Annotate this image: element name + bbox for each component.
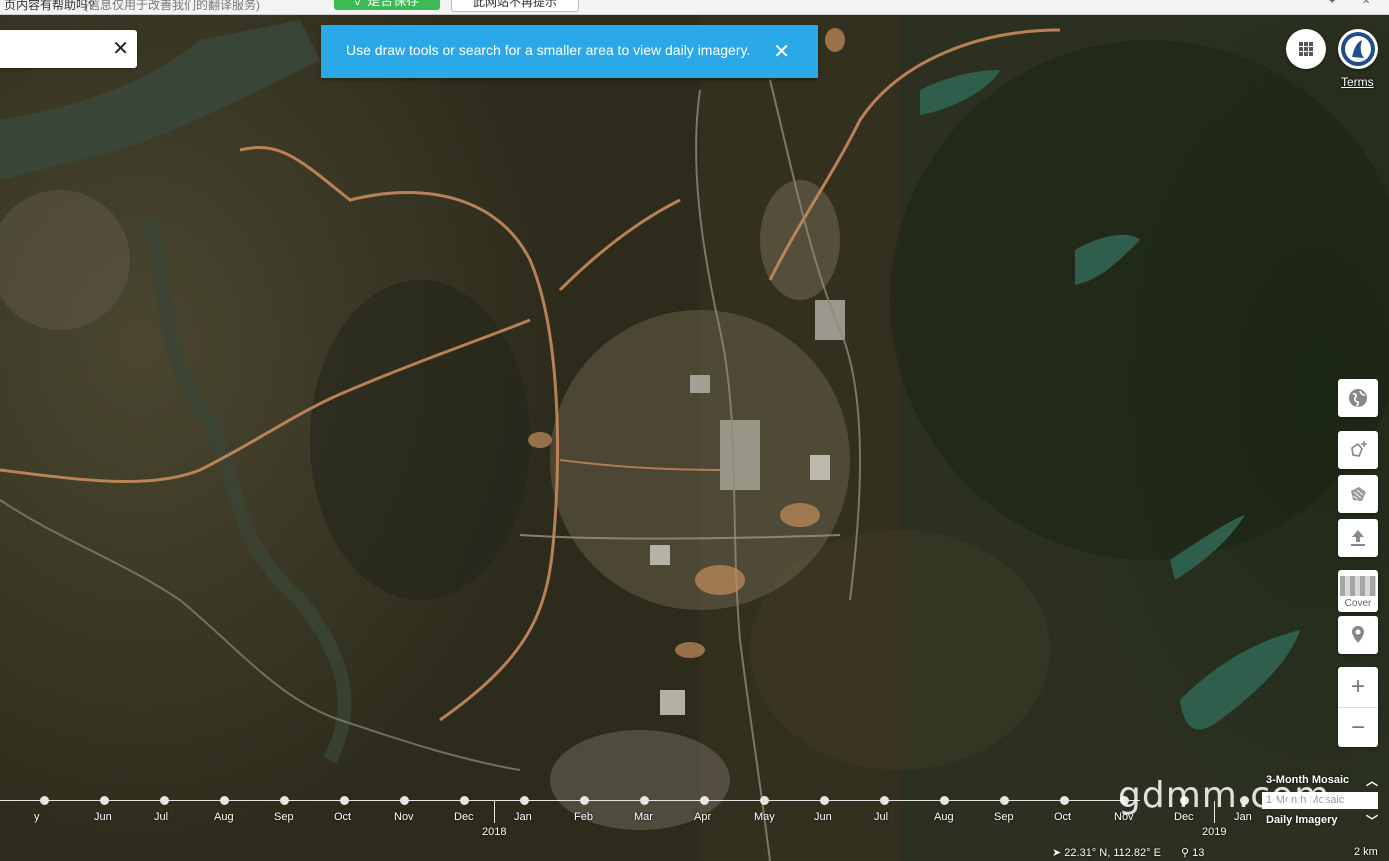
timeline-month-label[interactable]: Nov bbox=[394, 811, 414, 823]
timeline-month-label[interactable]: Jul bbox=[154, 811, 168, 823]
timeline-dot[interactable] bbox=[460, 796, 469, 805]
timeline-month-label[interactable]: Jan bbox=[514, 811, 532, 823]
timeline-year-label: 2019 bbox=[1202, 826, 1227, 838]
timeline-year-label: 2018 bbox=[482, 826, 507, 838]
timeline-dot[interactable] bbox=[580, 796, 589, 805]
area-shape-icon[interactable] bbox=[1338, 475, 1378, 513]
timeline-month-label[interactable]: Apr bbox=[694, 811, 711, 823]
timeline-dot[interactable] bbox=[940, 796, 949, 805]
timeline-month-label[interactable]: Aug bbox=[934, 811, 954, 823]
pin-icon[interactable]: ✦ bbox=[1328, 0, 1336, 7]
zoom-level-text: 13 bbox=[1192, 847, 1205, 859]
timeline-track bbox=[0, 800, 1140, 801]
apps-grid-icon[interactable] bbox=[1286, 29, 1326, 69]
chevron-up-icon[interactable]: ︿ bbox=[1366, 772, 1378, 789]
timeline-month-label[interactable]: Feb bbox=[574, 811, 593, 823]
timeline-month-label[interactable]: Oct bbox=[334, 811, 351, 823]
timeline-dot[interactable] bbox=[520, 796, 529, 805]
coordinates-text: 22.31° N, 112.82° E bbox=[1064, 847, 1161, 859]
translate-question: 页内容有帮助吗? bbox=[4, 0, 95, 12]
cover-thumbnail bbox=[1340, 575, 1376, 596]
timeline-month-label[interactable]: Aug bbox=[214, 811, 234, 823]
timeline-dot[interactable] bbox=[340, 796, 349, 805]
timeline-dot[interactable] bbox=[220, 796, 229, 805]
timeline-month-label[interactable]: May bbox=[754, 811, 775, 823]
terms-link[interactable]: Terms bbox=[1341, 75, 1374, 89]
timeline-dot[interactable] bbox=[100, 796, 109, 805]
timeline-dot[interactable] bbox=[640, 796, 649, 805]
timeline-dot[interactable] bbox=[400, 796, 409, 805]
info-toast: Use draw tools or search for a smaller a… bbox=[321, 25, 818, 78]
close-icon[interactable]: ✕ bbox=[1362, 0, 1370, 7]
chevron-down-icon[interactable]: ﹀ bbox=[1366, 812, 1378, 829]
scale-bar: 2 km bbox=[1354, 846, 1378, 858]
zoom-out-button[interactable]: − bbox=[1338, 708, 1378, 748]
timeline-dot[interactable] bbox=[760, 796, 769, 805]
timeline-dot[interactable] bbox=[700, 796, 709, 805]
location-pin-icon[interactable] bbox=[1338, 616, 1378, 654]
never-show-button[interactable]: 此网站不再提示 bbox=[451, 0, 579, 12]
timeline-month-label[interactable]: Dec bbox=[454, 811, 474, 823]
upload-icon[interactable] bbox=[1338, 519, 1378, 557]
timeline-month-label[interactable]: y bbox=[34, 811, 40, 823]
timeline-dot[interactable] bbox=[40, 796, 49, 805]
timeline-month-label[interactable]: Jun bbox=[94, 811, 112, 823]
clear-search-icon[interactable]: ✕ bbox=[112, 36, 129, 61]
satellite-map[interactable] bbox=[0, 0, 1389, 861]
magnifier-icon: ⚲ bbox=[1181, 847, 1190, 859]
timeline-dot[interactable] bbox=[1000, 796, 1009, 805]
timeline-month-label[interactable]: Jun bbox=[814, 811, 832, 823]
timeline-dot[interactable] bbox=[280, 796, 289, 805]
search-box: ✕ bbox=[0, 30, 137, 68]
zoom-in-button[interactable]: + bbox=[1338, 667, 1378, 707]
cover-label: Cover bbox=[1344, 597, 1372, 609]
zoom-control: + − bbox=[1338, 667, 1378, 747]
timeline-month-label[interactable]: Mar bbox=[634, 811, 653, 823]
save-translation-button[interactable]: ✓ 是否保存 bbox=[334, 0, 440, 10]
zoom-level-readout: ⚲ 13 bbox=[1181, 846, 1204, 859]
toast-close-icon[interactable]: ✕ bbox=[773, 39, 790, 64]
cover-filter-button[interactable]: Cover bbox=[1338, 570, 1378, 612]
timeline-dot[interactable] bbox=[820, 796, 829, 805]
coordinates-readout: ➤ 22.31° N, 112.82° E bbox=[1052, 846, 1161, 859]
timeline-dot[interactable] bbox=[880, 796, 889, 805]
planet-logo-icon[interactable] bbox=[1338, 29, 1378, 69]
timeline-month-label[interactable]: Sep bbox=[994, 811, 1014, 823]
toast-message: Use draw tools or search for a smaller a… bbox=[346, 42, 751, 58]
timeline-dot[interactable] bbox=[1060, 796, 1069, 805]
draw-polygon-icon[interactable] bbox=[1338, 431, 1378, 469]
translate-bar: 页内容有帮助吗? (信息仅用于改善我们的翻译服务) ✓ 是否保存 此网站不再提示… bbox=[0, 0, 1389, 15]
watermark: gdmm.com bbox=[1118, 775, 1331, 816]
navigation-arrow-icon: ➤ bbox=[1052, 847, 1062, 859]
timeline-month-label[interactable]: Oct bbox=[1054, 811, 1071, 823]
timeline-year-marker bbox=[494, 801, 495, 823]
timeline[interactable]: y Jun Jul Aug Sep Oct Nov Dec Jan Feb Mar Apr May Jun… bbox=[0, 790, 1260, 840]
timeline-dot[interactable] bbox=[160, 796, 169, 805]
globe-icon[interactable] bbox=[1338, 379, 1378, 417]
search-input[interactable] bbox=[4, 38, 108, 62]
timeline-month-label[interactable]: Jul bbox=[874, 811, 888, 823]
timeline-month-label[interactable]: Sep bbox=[274, 811, 294, 823]
translate-hint: (信息仅用于改善我们的翻译服务) bbox=[84, 0, 260, 12]
